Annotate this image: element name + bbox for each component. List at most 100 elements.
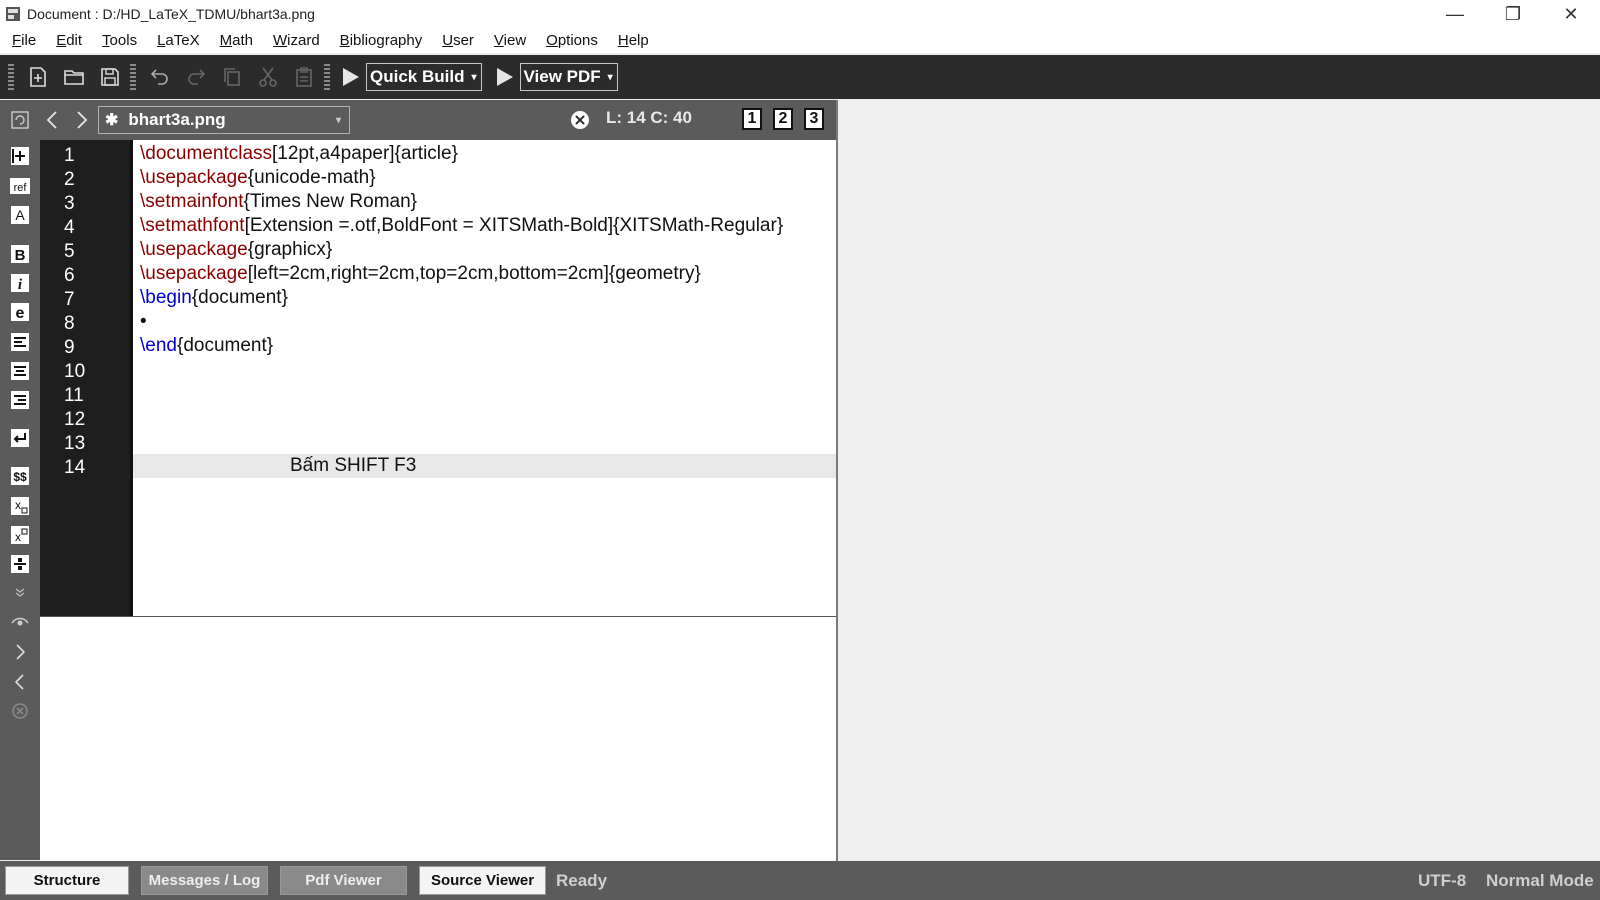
menu-bar: File Edit Tools LaTeX Math Wizard Biblio… bbox=[0, 28, 1600, 54]
latex-argument: [Extension =.otf,BoldFont = XITSMath-Bol… bbox=[244, 215, 784, 236]
dollar-math-icon: $$ bbox=[11, 467, 29, 485]
next-button[interactable] bbox=[8, 640, 32, 664]
code-editor[interactable]: \documentclass[12pt,a4paper]{article} \u… bbox=[133, 140, 836, 616]
forward-arrow-icon[interactable] bbox=[70, 108, 92, 132]
encoding-indicator[interactable]: UTF-8 bbox=[1418, 871, 1466, 891]
menu-user-mnemonic: U bbox=[442, 32, 454, 49]
redo-button[interactable] bbox=[178, 59, 214, 95]
fraction-button[interactable] bbox=[8, 552, 32, 576]
restore-button[interactable]: ❐ bbox=[1484, 0, 1542, 28]
messages-log-button[interactable]: Messages / Log bbox=[141, 866, 268, 895]
cancel-circle-icon bbox=[12, 703, 28, 719]
insert-section-button[interactable] bbox=[8, 144, 32, 168]
toolbar-grip-3[interactable] bbox=[324, 64, 330, 90]
left-side-toolbar: ref A B i e $$ x x bbox=[0, 100, 40, 860]
status-bar: Structure Messages / Log Pdf Viewer Sour… bbox=[0, 861, 1600, 900]
align-center-button[interactable] bbox=[8, 359, 32, 383]
menu-user[interactable]: User bbox=[434, 32, 482, 49]
open-file-button[interactable] bbox=[56, 59, 92, 95]
chevron-down-icon: ▾ bbox=[335, 114, 341, 126]
latex-command: \usepackage bbox=[140, 263, 248, 284]
menu-user-label: ser bbox=[453, 32, 474, 49]
menu-file[interactable]: File bbox=[4, 32, 44, 49]
latex-argument: {document} bbox=[176, 335, 274, 356]
stop-button[interactable] bbox=[8, 699, 32, 723]
paste-button[interactable] bbox=[286, 59, 322, 95]
toolbar-grip[interactable] bbox=[8, 64, 14, 90]
menu-options-mnemonic: O bbox=[546, 32, 558, 49]
code-line[interactable]: \end{document} bbox=[140, 335, 273, 357]
emphasis-button[interactable]: e bbox=[8, 300, 32, 324]
view-pdf-dropdown[interactable]: View PDF ▾ bbox=[519, 63, 618, 91]
toggle-structure-button[interactable] bbox=[8, 108, 32, 132]
clipboard-icon bbox=[296, 67, 312, 87]
back-arrow-icon[interactable] bbox=[42, 108, 64, 132]
line-number: 4 bbox=[64, 217, 75, 238]
close-window-button[interactable]: ✕ bbox=[1542, 0, 1600, 28]
menu-math[interactable]: Math bbox=[212, 32, 261, 49]
view-3-button[interactable]: 3 bbox=[804, 108, 824, 130]
menu-edit[interactable]: Edit bbox=[48, 32, 90, 49]
insert-ref-button[interactable]: ref bbox=[8, 174, 32, 198]
subscript-icon: x bbox=[11, 497, 29, 515]
structure-button[interactable]: Structure bbox=[5, 866, 129, 895]
emphasis-icon: e bbox=[11, 303, 29, 322]
menu-help[interactable]: Help bbox=[610, 32, 657, 49]
menu-bibliography[interactable]: Bibliography bbox=[332, 32, 431, 49]
toolbar-grip-2[interactable] bbox=[130, 64, 136, 90]
quick-build-dropdown[interactable]: Quick Build ▾ bbox=[366, 63, 482, 91]
code-line[interactable]: \usepackage[left=2cm,right=2cm,top=2cm,b… bbox=[140, 263, 701, 285]
copy-button[interactable] bbox=[214, 59, 250, 95]
title-bar: Document : D:/HD_LaTeX_TDMU/bhart3a.png … bbox=[0, 0, 1600, 28]
menu-latex[interactable]: LaTeX bbox=[149, 32, 208, 49]
pdf-preview-area bbox=[836, 100, 1600, 861]
latex-argument: [left=2cm,right=2cm,top=2cm,bottom=2cm]{… bbox=[247, 263, 701, 284]
line-number: 14 bbox=[64, 457, 86, 478]
source-viewer-button[interactable]: Source Viewer bbox=[419, 866, 546, 895]
save-button[interactable] bbox=[92, 59, 128, 95]
pdf-viewer-button[interactable]: Pdf Viewer bbox=[280, 866, 407, 895]
svg-text:A: A bbox=[15, 207, 25, 223]
more-tools-button[interactable] bbox=[8, 580, 32, 604]
file-tab-selector[interactable]: ✱ bhart3a.png ▾ bbox=[98, 106, 350, 134]
code-line[interactable]: \usepackage{unicode-math} bbox=[140, 167, 376, 189]
run-quick-build-button[interactable] bbox=[336, 59, 366, 95]
chevron-down-icon: ▾ bbox=[471, 71, 477, 83]
menu-file-mnemonic: F bbox=[12, 32, 22, 49]
edit-mode-indicator[interactable]: Normal Mode bbox=[1486, 871, 1594, 891]
subscript-button[interactable]: x bbox=[8, 494, 32, 518]
menu-view[interactable]: View bbox=[486, 32, 534, 49]
new-line-button[interactable] bbox=[8, 426, 32, 450]
previous-button[interactable] bbox=[8, 670, 32, 694]
preview-button[interactable] bbox=[8, 610, 32, 634]
minimize-button[interactable]: — bbox=[1426, 0, 1484, 28]
view-2-button[interactable]: 2 bbox=[773, 108, 793, 130]
code-line[interactable]: \documentclass[12pt,a4paper]{article} bbox=[140, 143, 458, 165]
code-line[interactable]: \begin{document} bbox=[140, 287, 288, 309]
view-1-button[interactable]: 1 bbox=[742, 108, 762, 130]
code-line[interactable]: \setmathfont[Extension =.otf,BoldFont = … bbox=[140, 215, 783, 237]
inline-math-button[interactable]: $$ bbox=[8, 464, 32, 488]
line-number: 3 bbox=[64, 193, 75, 214]
run-view-pdf-button[interactable] bbox=[490, 59, 520, 95]
double-chevron-down-icon bbox=[15, 588, 25, 597]
code-line[interactable]: \setmainfont{Times New Roman} bbox=[140, 191, 417, 213]
code-line[interactable]: \usepackage{graphicx} bbox=[140, 239, 332, 261]
bold-button[interactable]: B bbox=[8, 242, 32, 266]
play-icon bbox=[343, 68, 359, 86]
new-file-button[interactable] bbox=[20, 59, 56, 95]
insert-label-button[interactable]: A bbox=[8, 203, 32, 227]
align-right-button[interactable] bbox=[8, 388, 32, 412]
menu-tools[interactable]: Tools bbox=[94, 32, 145, 49]
align-left-button[interactable] bbox=[8, 330, 32, 354]
close-document-icon[interactable] bbox=[570, 110, 590, 130]
code-line[interactable]: • bbox=[140, 311, 147, 333]
menu-wizard[interactable]: Wizard bbox=[265, 32, 328, 49]
cut-button[interactable] bbox=[250, 59, 286, 95]
scissors-icon bbox=[259, 67, 277, 87]
line-number: 10 bbox=[64, 361, 86, 382]
undo-button[interactable] bbox=[142, 59, 178, 95]
italic-button[interactable]: i bbox=[8, 271, 32, 295]
superscript-button[interactable]: x bbox=[8, 523, 32, 547]
menu-options[interactable]: Options bbox=[538, 32, 606, 49]
